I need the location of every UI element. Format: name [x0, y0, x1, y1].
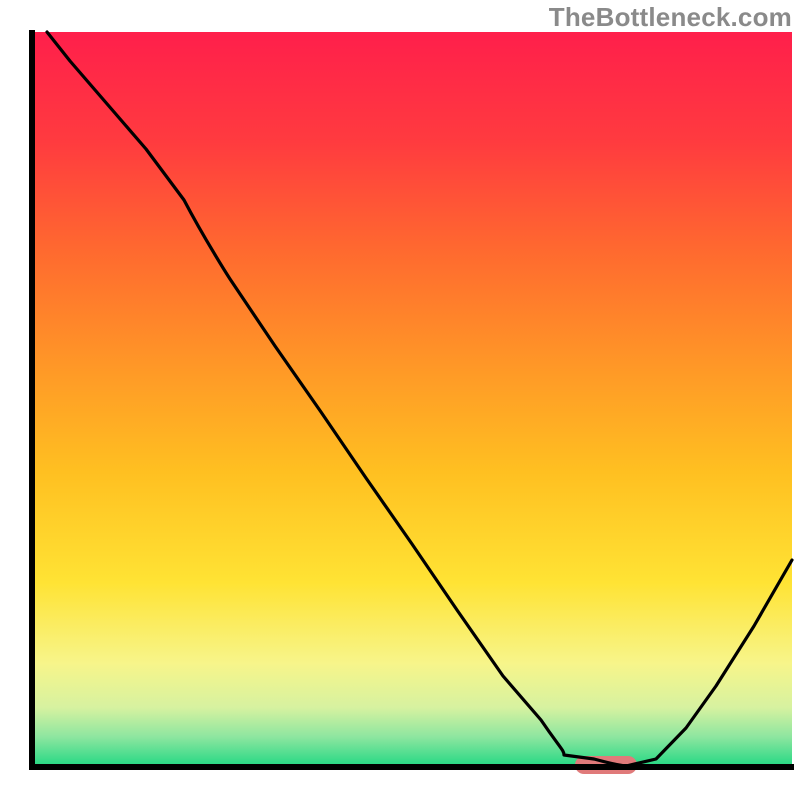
watermark-text: TheBottleneck.com	[549, 2, 792, 33]
bottleneck-chart	[0, 0, 800, 800]
gradient-background	[32, 32, 792, 766]
chart-container: TheBottleneck.com	[0, 0, 800, 800]
plot-area	[30, 30, 794, 774]
